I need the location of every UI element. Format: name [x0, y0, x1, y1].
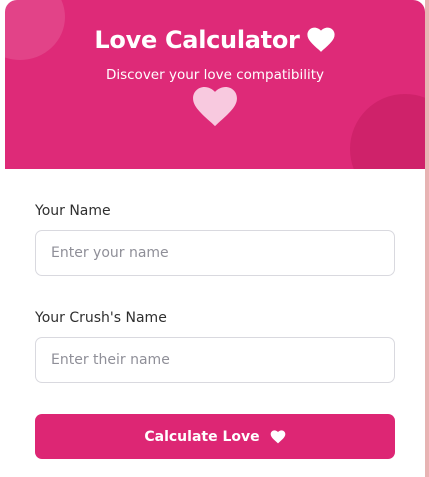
- calculate-love-label: Calculate Love: [144, 428, 260, 445]
- heart-icon: [306, 27, 335, 52]
- heart-icon: [193, 86, 237, 127]
- title-row: Love Calculator: [5, 26, 425, 54]
- heart-icon: [270, 429, 285, 443]
- calculate-love-button[interactable]: Calculate Love: [35, 414, 395, 459]
- love-calculator-card: Love Calculator Discover your love compa…: [5, 0, 425, 477]
- your-name-label: Your Name: [35, 203, 111, 219]
- your-name-input[interactable]: [35, 230, 395, 276]
- card-header: Love Calculator Discover your love compa…: [5, 0, 425, 169]
- page-edge-strip: [425, 0, 429, 477]
- crush-name-label: Your Crush's Name: [35, 310, 167, 326]
- crush-name-input[interactable]: [35, 337, 395, 383]
- decorative-bubble: [350, 94, 425, 169]
- page-title: Love Calculator: [94, 26, 300, 54]
- page-subtitle: Discover your love compatibility: [105, 67, 325, 83]
